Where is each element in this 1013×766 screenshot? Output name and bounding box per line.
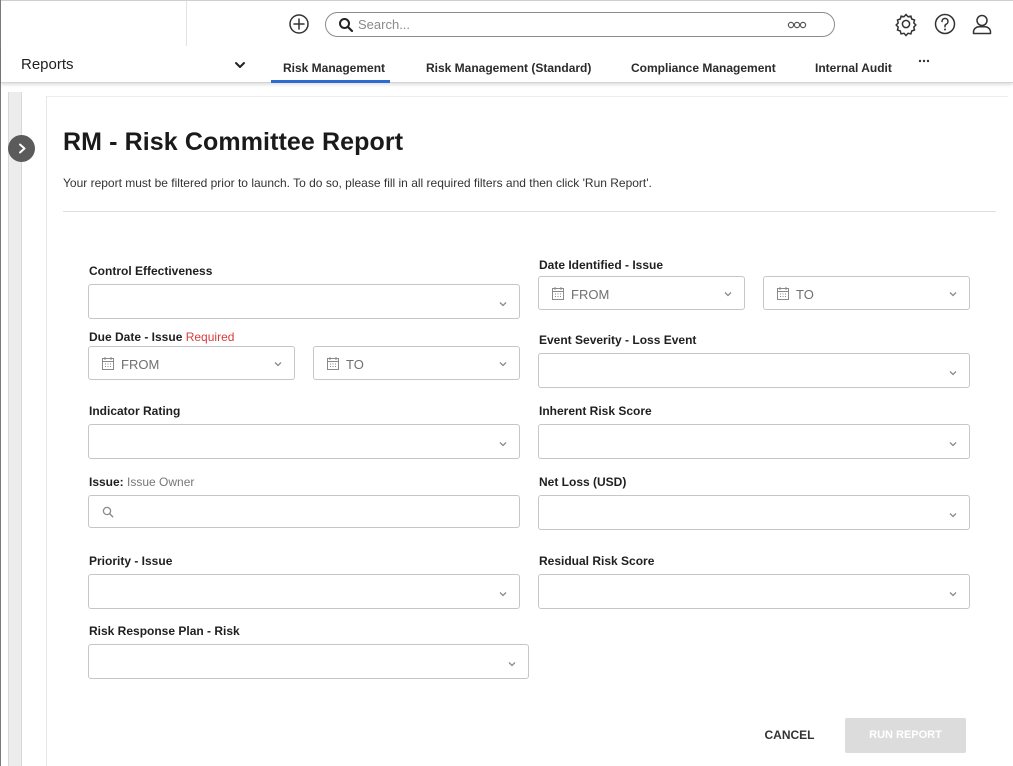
page-title: RM - Risk Committee Report xyxy=(63,128,404,156)
indicator-rating-select[interactable] xyxy=(88,424,520,459)
control-effectiveness-label: Control Effectiveness xyxy=(89,264,213,278)
residual-risk-score-select[interactable] xyxy=(538,574,970,609)
chevron-down-icon xyxy=(949,292,957,297)
cancel-button[interactable]: CANCEL xyxy=(752,718,827,752)
due-date-from-picker[interactable]: FROM xyxy=(88,346,295,380)
search-icon xyxy=(102,506,114,518)
to-placeholder: TO xyxy=(346,357,364,372)
calendar-icon xyxy=(102,357,114,370)
gear-icon xyxy=(895,13,917,37)
help-circle-icon xyxy=(934,13,956,35)
expand-sidebar-button[interactable] xyxy=(8,135,35,162)
to-placeholder: TO xyxy=(796,287,814,302)
run-report-button[interactable]: RUN REPORT xyxy=(845,718,966,753)
tab-risk-management[interactable]: Risk Management xyxy=(271,46,390,83)
issue-owner-label-text: Issue: xyxy=(89,475,124,489)
tab-label: Risk Management (Standard) xyxy=(426,61,592,75)
priority-issue-select[interactable] xyxy=(88,574,520,609)
tab-internal-audit[interactable]: Internal Audit xyxy=(815,46,900,82)
chevron-down-icon xyxy=(499,302,507,307)
chevron-right-icon xyxy=(19,143,26,154)
top-bar-divider xyxy=(186,1,187,46)
indicator-rating-label: Indicator Rating xyxy=(89,404,181,418)
from-placeholder: FROM xyxy=(571,287,610,302)
issue-owner-label: Issue: Issue Owner xyxy=(89,475,194,489)
date-identified-to-picker[interactable]: TO xyxy=(763,276,970,310)
inherent-risk-score-select[interactable] xyxy=(538,424,970,459)
date-identified-issue-label: Date Identified - Issue xyxy=(539,258,664,272)
more-tabs-icon[interactable] xyxy=(917,56,931,66)
search-icon xyxy=(339,18,354,33)
chevron-down-icon xyxy=(499,592,507,597)
window-left-border xyxy=(0,0,1,766)
page-description: Your report must be filtered prior to la… xyxy=(63,176,652,190)
user-icon xyxy=(972,14,992,35)
global-search[interactable] xyxy=(325,12,835,37)
search-options-icon[interactable] xyxy=(784,16,810,34)
settings-button[interactable] xyxy=(893,11,919,37)
user-profile-button[interactable] xyxy=(969,11,995,37)
event-severity-label: Event Severity - Loss Event xyxy=(539,333,697,347)
due-date-to-picker[interactable]: TO xyxy=(313,346,520,380)
chevron-down-icon xyxy=(274,362,282,367)
tab-compliance-management[interactable]: Compliance Management xyxy=(631,46,776,82)
calendar-icon xyxy=(777,287,789,300)
chevron-down-icon xyxy=(508,662,516,667)
tab-label: Internal Audit xyxy=(815,61,892,75)
search-input[interactable] xyxy=(358,15,778,34)
risk-response-plan-label: Risk Response Plan - Risk xyxy=(89,624,240,638)
side-panel-rail xyxy=(8,92,22,766)
reports-dropdown-label: Reports xyxy=(21,56,74,73)
inherent-risk-score-label: Inherent Risk Score xyxy=(539,404,652,418)
top-bar xyxy=(1,1,1013,46)
priority-issue-label: Priority - Issue xyxy=(89,554,173,568)
event-severity-select[interactable] xyxy=(538,353,970,388)
chevron-down-icon xyxy=(724,292,732,297)
report-filter-card: RM - Risk Committee Report Your report m… xyxy=(46,96,1008,766)
due-date-issue-label: Due Date - Issue Required xyxy=(89,330,234,344)
required-indicator: Required xyxy=(185,330,235,344)
plus-circle-icon xyxy=(289,14,309,34)
add-button[interactable] xyxy=(287,12,311,36)
date-identified-from-picker[interactable]: FROM xyxy=(538,276,745,310)
due-date-issue-label-text: Due Date - Issue xyxy=(89,330,183,344)
tab-risk-management-standard[interactable]: Risk Management (Standard) xyxy=(426,46,591,82)
divider xyxy=(63,211,996,212)
chevron-down-icon xyxy=(235,62,245,68)
nav-bar: Reports Risk Management Risk Management … xyxy=(1,46,1013,83)
from-placeholder: FROM xyxy=(121,357,160,372)
calendar-icon xyxy=(552,287,564,300)
calendar-icon xyxy=(327,357,339,370)
control-effectiveness-select[interactable] xyxy=(88,284,520,319)
chevron-down-icon xyxy=(499,362,507,367)
risk-response-plan-select[interactable] xyxy=(88,644,529,679)
tab-label: Compliance Management xyxy=(631,61,776,75)
tab-label: Risk Management xyxy=(283,61,386,75)
issue-owner-input[interactable] xyxy=(119,502,509,522)
reports-dropdown[interactable]: Reports xyxy=(1,46,266,82)
net-loss-label: Net Loss (USD) xyxy=(539,475,627,489)
chevron-down-icon xyxy=(949,513,957,518)
residual-risk-score-label: Residual Risk Score xyxy=(539,554,655,568)
help-button[interactable] xyxy=(932,11,958,37)
chevron-down-icon xyxy=(499,442,507,447)
chevron-down-icon xyxy=(949,592,957,597)
chevron-down-icon xyxy=(949,371,957,376)
issue-owner-sublabel: Issue Owner xyxy=(127,475,195,489)
issue-owner-search[interactable] xyxy=(88,495,520,528)
chevron-down-icon xyxy=(949,442,957,447)
net-loss-select[interactable] xyxy=(538,495,970,530)
